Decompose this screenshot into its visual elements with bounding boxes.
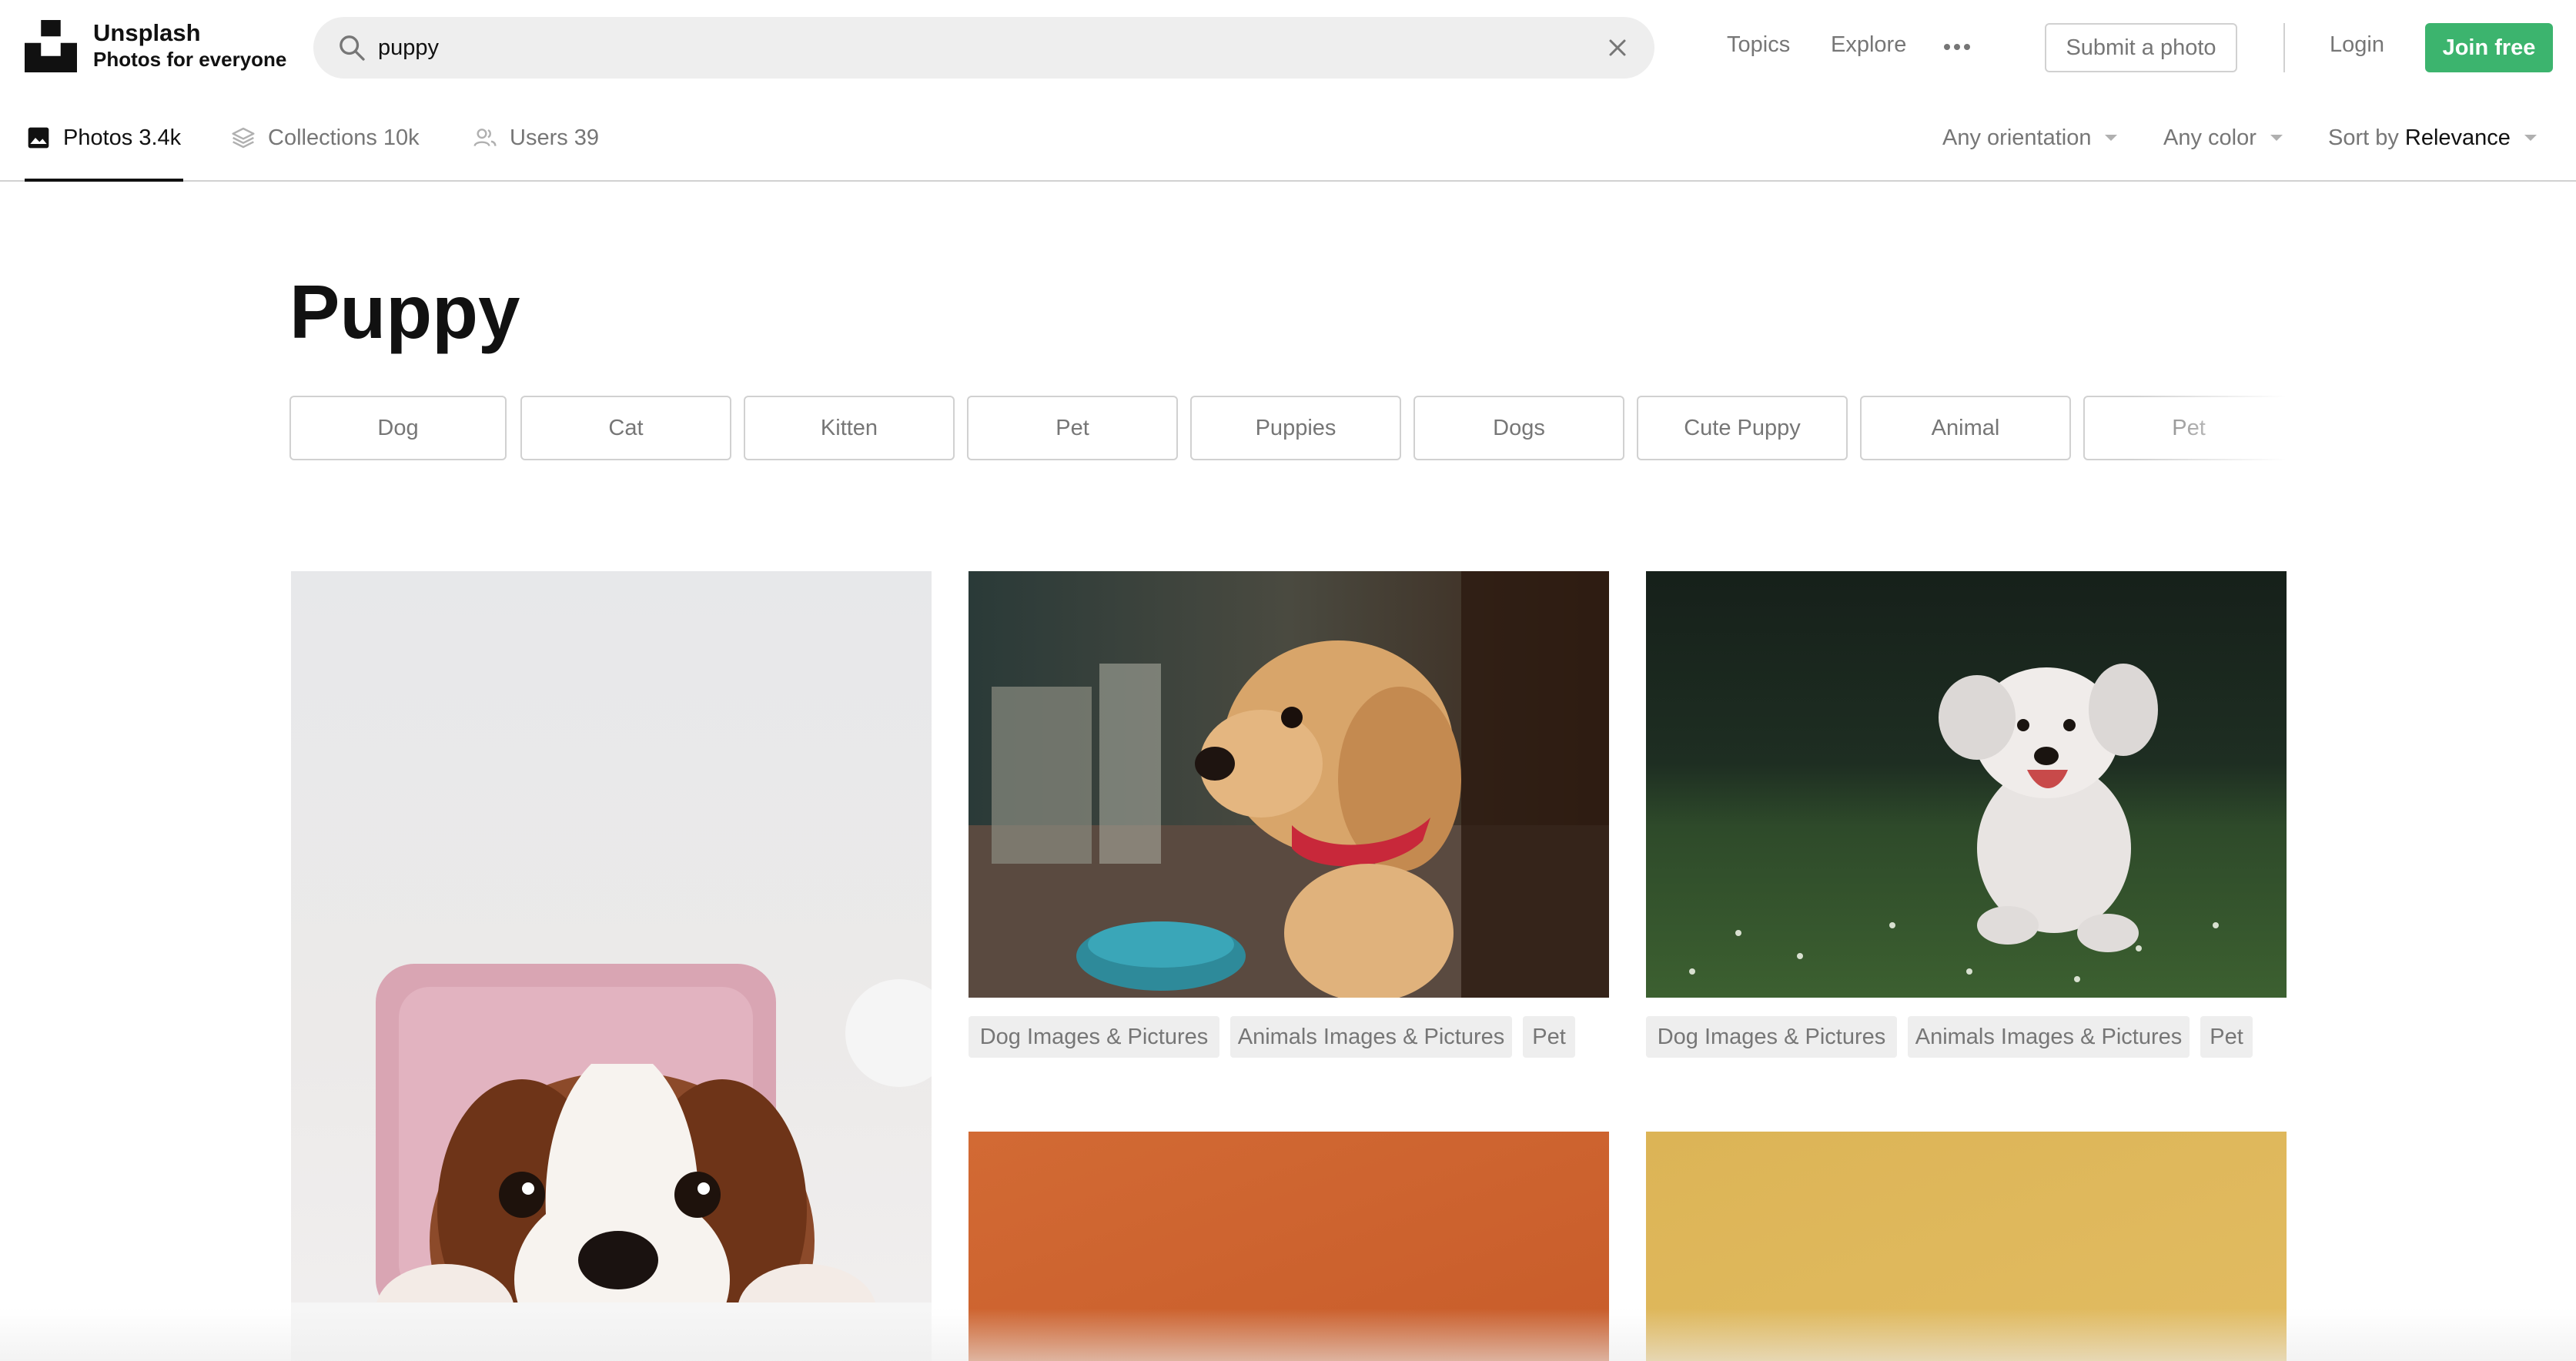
photo-running-poodle[interactable] xyxy=(1646,571,2287,998)
related-chip-dog[interactable]: Dog xyxy=(289,396,507,460)
related-chip-kitten[interactable]: Kitten xyxy=(744,396,955,460)
puppy-photo-image xyxy=(969,1132,1609,1361)
orientation-filter-dropdown[interactable]: Any orientation xyxy=(1942,94,2119,182)
tab-users-count: 39 xyxy=(574,125,600,150)
close-icon[interactable] xyxy=(1604,34,1631,62)
photo-tags: Dog Images & Pictures Animals Images & P… xyxy=(1646,1016,2287,1058)
tag-dog-images[interactable]: Dog Images & Pictures xyxy=(1646,1016,1897,1058)
related-searches: Dog Cat Kitten Pet Puppies Dogs Cute Pup… xyxy=(289,396,2287,462)
users-icon xyxy=(473,129,497,147)
photo-tags: Dog Images & Pictures Animals Images & P… xyxy=(969,1016,1609,1058)
tag-pet[interactable]: Pet xyxy=(2200,1016,2253,1058)
tab-collections-count: 10k xyxy=(383,125,420,150)
related-chip-pet-2[interactable]: Pet xyxy=(2083,396,2287,460)
search-tabs-bar: Photos 3.4k Collections 10k Users 39 Any… xyxy=(0,94,2576,182)
search-icon[interactable] xyxy=(336,32,367,63)
submit-photo-button[interactable]: Submit a photo xyxy=(2045,23,2237,72)
more-options-icon[interactable] xyxy=(1942,35,1972,59)
top-header: Unsplash Photos for everyone Topics Expl… xyxy=(0,0,2576,94)
chevron-down-icon xyxy=(2270,135,2283,141)
orientation-filter-label: Any orientation xyxy=(1942,125,2092,150)
photo-cavalier-puppy[interactable] xyxy=(291,571,932,1361)
puppy-photo-image xyxy=(1646,571,2287,998)
tag-animals-images[interactable]: Animals Images & Pictures xyxy=(1230,1016,1512,1058)
puppy-photo-image xyxy=(969,571,1609,998)
nav-topics-link[interactable]: Topics xyxy=(1727,32,1790,58)
related-chip-puppies[interactable]: Puppies xyxy=(1190,396,1401,460)
tab-users[interactable]: Users 39 xyxy=(473,94,599,182)
sort-value-label: Relevance xyxy=(2404,125,2511,150)
join-free-button[interactable]: Join free xyxy=(2425,23,2553,72)
brand-tagline: Photos for everyone xyxy=(93,48,287,71)
tab-users-label: Users xyxy=(510,125,568,150)
related-chip-cat[interactable]: Cat xyxy=(520,396,731,460)
photo-orange-background[interactable] xyxy=(969,1132,1609,1361)
tab-photos-label: Photos xyxy=(63,125,133,150)
search-bar xyxy=(313,17,1654,79)
header-divider xyxy=(2283,23,2285,72)
brand-name[interactable]: Unsplash xyxy=(93,19,201,47)
photo-yellow-background[interactable] xyxy=(1646,1132,2287,1361)
nav-explore-link[interactable]: Explore xyxy=(1831,32,1906,58)
login-link[interactable]: Login xyxy=(2330,32,2384,58)
tab-photos[interactable]: Photos 3.4k xyxy=(26,94,181,182)
tab-collections[interactable]: Collections 10k xyxy=(231,94,420,182)
tag-dog-images[interactable]: Dog Images & Pictures xyxy=(969,1016,1219,1058)
puppy-photo-image xyxy=(291,571,932,1361)
active-tab-indicator xyxy=(25,179,183,182)
search-input[interactable] xyxy=(378,28,1579,68)
related-chip-cute-puppy[interactable]: Cute Puppy xyxy=(1637,396,1848,460)
color-filter-label: Any color xyxy=(2163,125,2257,150)
tag-pet[interactable]: Pet xyxy=(1523,1016,1575,1058)
color-filter-dropdown[interactable]: Any color xyxy=(2163,94,2284,182)
tab-collections-label: Collections xyxy=(268,125,377,150)
related-chip-dogs[interactable]: Dogs xyxy=(1413,396,1624,460)
sort-prefix-label: Sort by xyxy=(2328,125,2399,150)
layers-icon xyxy=(232,127,255,149)
related-chip-pet[interactable]: Pet xyxy=(967,396,1178,460)
puppy-photo-image xyxy=(1646,1132,2287,1361)
related-chip-animal[interactable]: Animal xyxy=(1860,396,2071,460)
page-title: Puppy xyxy=(289,269,520,354)
tag-animals-images[interactable]: Animals Images & Pictures xyxy=(1908,1016,2190,1058)
sort-dropdown[interactable]: Sort by Relevance xyxy=(2328,94,2538,182)
photo-golden-puppy[interactable] xyxy=(969,571,1609,998)
unsplash-logo-icon[interactable] xyxy=(25,20,77,72)
chevron-down-icon xyxy=(2105,135,2118,141)
tab-photos-count: 3.4k xyxy=(139,125,182,150)
image-icon xyxy=(28,127,49,149)
chevron-down-icon xyxy=(2524,135,2537,141)
